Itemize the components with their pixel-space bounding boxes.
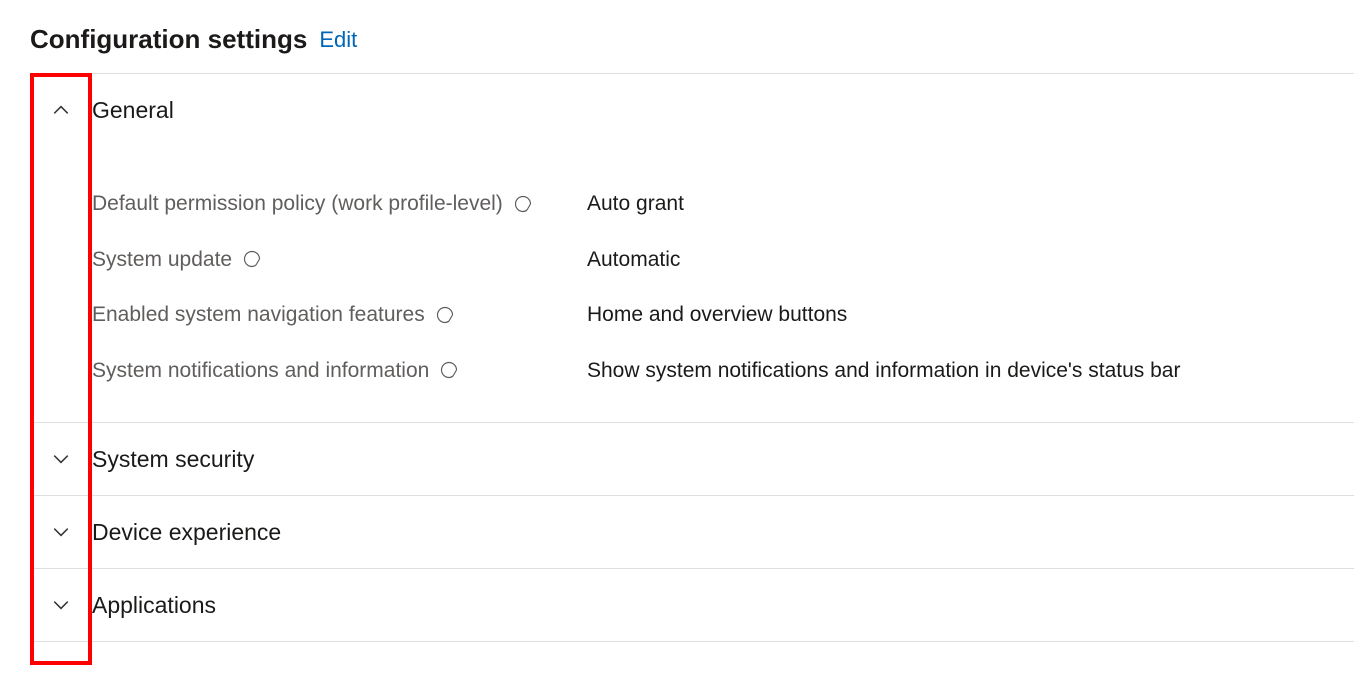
info-icon[interactable]	[513, 194, 533, 214]
info-icon[interactable]	[242, 249, 262, 269]
setting-row: Default permission policy (work profile-…	[92, 176, 1354, 232]
section-applications: Applications	[30, 569, 1354, 642]
section-title: Applications	[92, 592, 216, 619]
section-title: General	[92, 97, 174, 124]
section-device-experience: Device experience	[30, 496, 1354, 569]
chevron-down-icon	[30, 523, 92, 541]
setting-value: Home and overview buttons	[587, 299, 1354, 331]
chevron-down-icon	[30, 596, 92, 614]
section-header-system-security[interactable]: System security	[30, 423, 1354, 495]
setting-label: System update	[92, 244, 587, 276]
edit-link[interactable]: Edit	[319, 27, 357, 53]
section-header-general[interactable]: General	[30, 74, 1354, 146]
info-icon[interactable]	[435, 305, 455, 325]
setting-label: Default permission policy (work profile-…	[92, 188, 587, 220]
chevron-up-icon	[30, 101, 92, 119]
section-title: Device experience	[92, 519, 281, 546]
setting-value: Auto grant	[587, 188, 1354, 220]
setting-row: System notifications and information Sho…	[92, 343, 1354, 399]
section-title: System security	[92, 446, 254, 473]
page-header: Configuration settings Edit	[0, 0, 1354, 73]
setting-value: Show system notifications and informatio…	[587, 355, 1354, 387]
setting-value: Automatic	[587, 244, 1354, 276]
section-system-security: System security	[30, 423, 1354, 496]
section-general: General Default permission policy (work …	[30, 74, 1354, 423]
page-title: Configuration settings	[30, 24, 307, 55]
section-body-general: Default permission policy (work profile-…	[30, 146, 1354, 422]
setting-label: Enabled system navigation features	[92, 299, 587, 331]
setting-row: Enabled system navigation features Home …	[92, 287, 1354, 343]
info-icon[interactable]	[439, 360, 459, 380]
section-header-device-experience[interactable]: Device experience	[30, 496, 1354, 568]
chevron-down-icon	[30, 450, 92, 468]
setting-row: System update Automatic	[92, 232, 1354, 288]
setting-label: System notifications and information	[92, 355, 587, 387]
section-header-applications[interactable]: Applications	[30, 569, 1354, 641]
